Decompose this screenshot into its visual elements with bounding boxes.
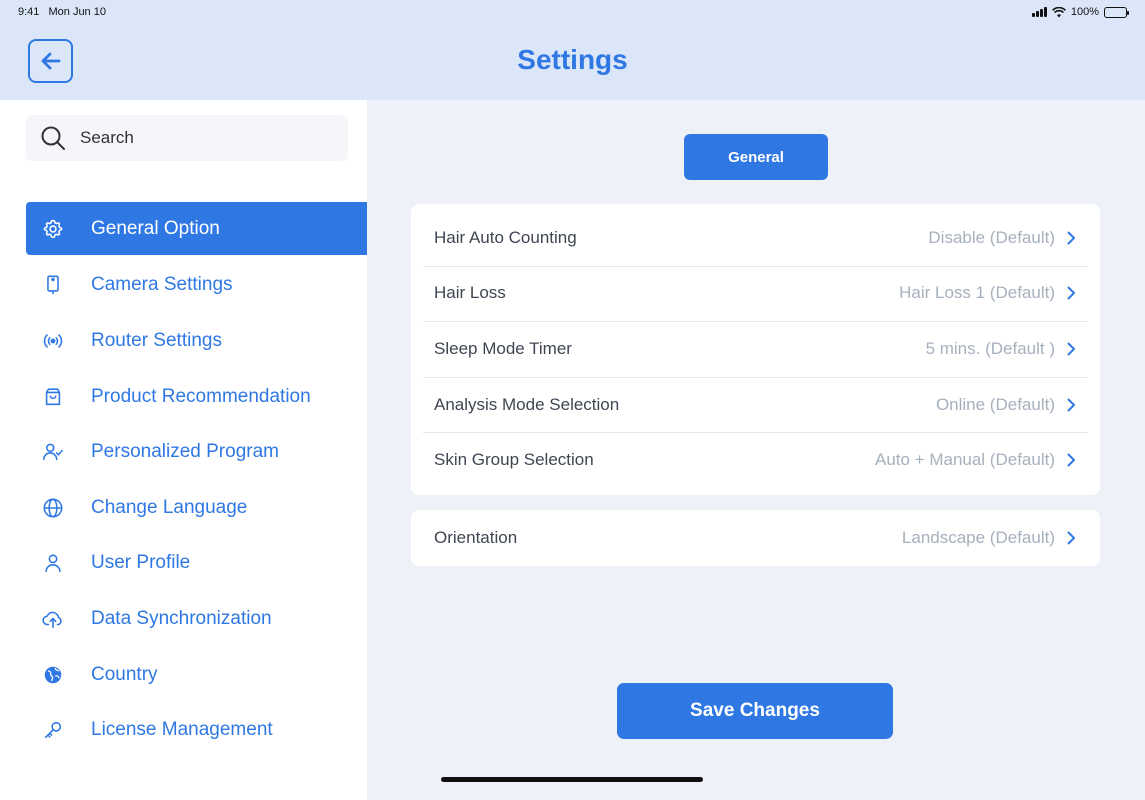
- setting-label: Orientation: [434, 527, 518, 547]
- sidebar-item-product-recommendation[interactable]: Product Recommendation: [26, 369, 367, 425]
- broadcast-icon: [39, 327, 67, 355]
- cloud-upload-icon: [39, 605, 67, 633]
- status-left: 9:41 Mon Jun 10: [18, 6, 112, 18]
- orientation-card: Orientation Landscape (Default): [411, 510, 1100, 566]
- battery-percent: 100%: [1070, 6, 1099, 18]
- battery-icon: [1104, 6, 1129, 18]
- page-title: Settings: [517, 44, 628, 75]
- chevron-right-icon: [1067, 398, 1075, 412]
- setting-row-orientation[interactable]: Orientation Landscape (Default): [411, 510, 1100, 566]
- status-right: 100%: [1031, 6, 1129, 18]
- sidebar-nav: General Option Camera Settings Router Se…: [26, 202, 367, 758]
- setting-row-hair-loss[interactable]: Hair Loss Hair Loss 1 (Default): [411, 265, 1100, 322]
- sidebar-item-label: Country: [91, 663, 158, 685]
- setting-value-group: Online (Default): [936, 395, 1078, 415]
- setting-value: Auto + Manual (Default): [874, 450, 1055, 470]
- setting-row-hair-auto-counting[interactable]: Hair Auto Counting Disable (Default): [411, 210, 1100, 266]
- setting-row-analysis-mode-selection[interactable]: Analysis Mode Selection Online (Default): [411, 376, 1100, 433]
- tablet-camera-icon: [39, 271, 67, 299]
- status-bar: 9:41 Mon Jun 10 100%: [0, 0, 1145, 24]
- sidebar-item-router-settings[interactable]: Router Settings: [26, 313, 367, 369]
- setting-value-group: Landscape (Default): [902, 528, 1078, 548]
- setting-label: Sleep Mode Timer: [434, 338, 572, 358]
- setting-value: Landscape (Default): [901, 527, 1055, 547]
- earth-icon: [39, 661, 67, 689]
- status-date: Mon Jun 10: [48, 6, 106, 18]
- sidebar-item-label: License Management: [91, 719, 273, 741]
- setting-value: Hair Loss 1 (Default): [899, 283, 1055, 303]
- chevron-right-icon: [1067, 453, 1075, 467]
- sidebar-item-label: Data Synchronization: [91, 607, 272, 629]
- key-icon: [39, 716, 67, 744]
- user-check-icon: [39, 438, 67, 466]
- search-icon: [41, 126, 65, 150]
- setting-value: 5 mins. (Default ): [925, 338, 1055, 358]
- sidebar-item-personalized-program[interactable]: Personalized Program: [26, 424, 367, 480]
- setting-value-group: Disable (Default): [928, 228, 1078, 248]
- sidebar-item-change-language[interactable]: Change Language: [26, 480, 367, 536]
- setting-label: Skin Group Selection: [434, 450, 594, 470]
- search-bar[interactable]: [26, 115, 348, 161]
- home-indicator: [441, 777, 703, 782]
- wifi-icon: [1051, 6, 1066, 17]
- setting-label: Hair Loss: [434, 283, 506, 303]
- sidebar: General Option Camera Settings Router Se…: [0, 100, 367, 800]
- search-input[interactable]: [80, 128, 320, 148]
- sidebar-item-label: Product Recommendation: [91, 385, 311, 407]
- save-changes-button[interactable]: Save Changes: [617, 683, 893, 739]
- user-icon: [39, 549, 67, 577]
- tab-general[interactable]: General: [684, 134, 828, 180]
- setting-value: Disable (Default): [928, 227, 1055, 247]
- main-content: General Hair Auto Counting Disable (Defa…: [367, 100, 1145, 800]
- chevron-right-icon: [1067, 531, 1075, 545]
- globe-icon: [39, 494, 67, 522]
- setting-value: Online (Default): [935, 394, 1055, 414]
- sidebar-item-label: Camera Settings: [91, 274, 233, 296]
- setting-label: Analysis Mode Selection: [434, 394, 620, 414]
- setting-value-group: Auto + Manual (Default): [875, 450, 1078, 470]
- status-time: 9:41: [18, 6, 40, 18]
- sidebar-item-label: General Option: [91, 217, 220, 239]
- sidebar-item-label: Router Settings: [91, 329, 222, 351]
- sidebar-item-license-management[interactable]: License Management: [26, 702, 367, 758]
- setting-row-skin-group-selection[interactable]: Skin Group Selection Auto + Manual (Defa…: [411, 432, 1100, 488]
- setting-value-group: Hair Loss 1 (Default): [899, 283, 1078, 303]
- chevron-right-icon: [1067, 231, 1075, 245]
- sidebar-item-country[interactable]: Country: [26, 647, 367, 703]
- chevron-right-icon: [1067, 286, 1075, 300]
- setting-row-sleep-mode-timer[interactable]: Sleep Mode Timer 5 mins. (Default ): [411, 321, 1100, 377]
- setting-label: Hair Auto Counting: [434, 227, 577, 247]
- chevron-right-icon: [1067, 342, 1075, 356]
- cellular-signal-icon: [1031, 7, 1047, 17]
- sidebar-item-label: Personalized Program: [91, 441, 279, 463]
- sidebar-item-label: User Profile: [91, 552, 191, 574]
- sidebar-item-label: Change Language: [91, 496, 248, 518]
- settings-card: Hair Auto Counting Disable (Default) Hai…: [411, 204, 1100, 495]
- sidebar-item-user-profile[interactable]: User Profile: [26, 536, 367, 592]
- shopping-bag-icon: [39, 383, 67, 411]
- setting-value-group: 5 mins. (Default ): [926, 339, 1078, 359]
- sidebar-item-general-option[interactable]: General Option: [26, 202, 367, 255]
- sidebar-item-camera-settings[interactable]: Camera Settings: [26, 258, 367, 314]
- gear-icon: [39, 215, 67, 243]
- sidebar-item-data-synchronization[interactable]: Data Synchronization: [26, 591, 367, 647]
